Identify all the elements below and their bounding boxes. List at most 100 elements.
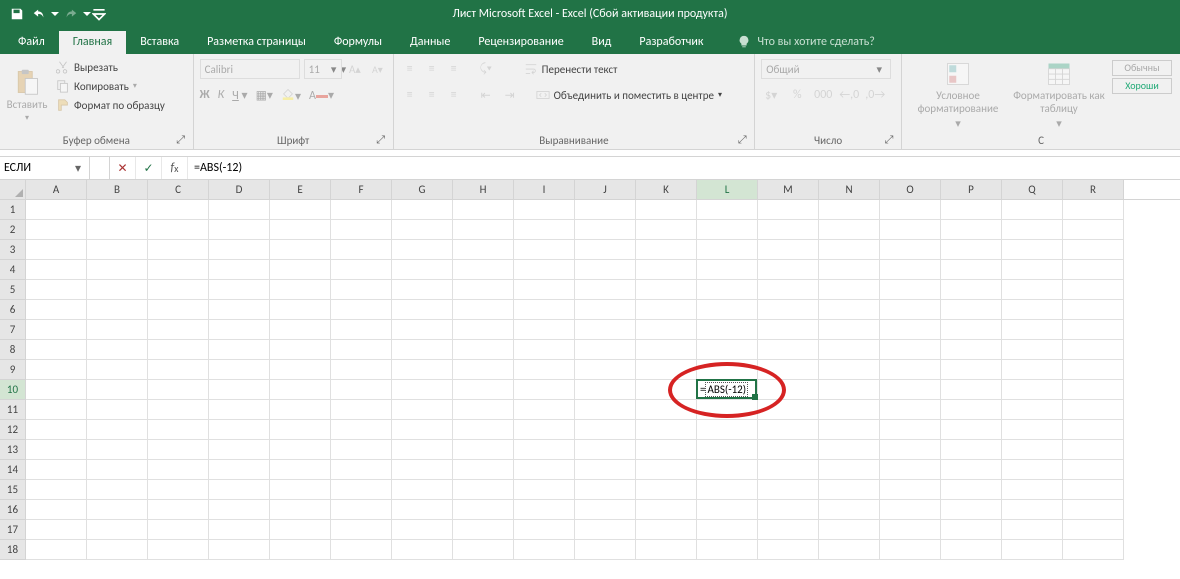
cell-K11[interactable] xyxy=(636,400,697,420)
redo-dropdown[interactable] xyxy=(82,3,92,25)
cell-I15[interactable] xyxy=(514,480,575,500)
row-header-16[interactable]: 16 xyxy=(0,500,26,520)
cell-B15[interactable] xyxy=(87,480,148,500)
column-header-L[interactable]: L xyxy=(697,180,758,199)
cell-L9[interactable] xyxy=(697,360,758,380)
column-header-R[interactable]: R xyxy=(1063,180,1124,199)
cell-A3[interactable] xyxy=(26,240,87,260)
cell-N7[interactable] xyxy=(819,320,880,340)
insert-function-button[interactable]: fx xyxy=(162,157,188,179)
clipboard-launcher[interactable]: ⤢ xyxy=(175,133,187,145)
cell-B6[interactable] xyxy=(87,300,148,320)
cell-B4[interactable] xyxy=(87,260,148,280)
cell-K8[interactable] xyxy=(636,340,697,360)
cell-H13[interactable] xyxy=(453,440,514,460)
cell-C2[interactable] xyxy=(148,220,209,240)
cell-F2[interactable] xyxy=(331,220,392,240)
row-header-7[interactable]: 7 xyxy=(0,320,26,340)
cell-N12[interactable] xyxy=(819,420,880,440)
cell-C7[interactable] xyxy=(148,320,209,340)
cell-A13[interactable] xyxy=(26,440,87,460)
cell-D1[interactable] xyxy=(209,200,270,220)
cell-M10[interactable] xyxy=(758,380,819,400)
qat-customize[interactable] xyxy=(92,3,106,25)
cell-R17[interactable] xyxy=(1063,520,1124,540)
cell-L11[interactable] xyxy=(697,400,758,420)
cell-H16[interactable] xyxy=(453,500,514,520)
cell-Q13[interactable] xyxy=(1002,440,1063,460)
cell-N6[interactable] xyxy=(819,300,880,320)
cell-I18[interactable] xyxy=(514,540,575,560)
cell-G7[interactable] xyxy=(392,320,453,340)
cell-L7[interactable] xyxy=(697,320,758,340)
cell-H4[interactable] xyxy=(453,260,514,280)
cell-D8[interactable] xyxy=(209,340,270,360)
cell-O17[interactable] xyxy=(880,520,941,540)
cell-O16[interactable] xyxy=(880,500,941,520)
cell-F18[interactable] xyxy=(331,540,392,560)
cell-J8[interactable] xyxy=(575,340,636,360)
cell-B14[interactable] xyxy=(87,460,148,480)
column-header-N[interactable]: N xyxy=(819,180,880,199)
cell-F6[interactable] xyxy=(331,300,392,320)
cell-D7[interactable] xyxy=(209,320,270,340)
cell-P4[interactable] xyxy=(941,260,1002,280)
cell-B3[interactable] xyxy=(87,240,148,260)
active-cell-L10[interactable]: =ABS(-12) xyxy=(696,379,757,399)
cell-C16[interactable] xyxy=(148,500,209,520)
cell-C5[interactable] xyxy=(148,280,209,300)
cell-E2[interactable] xyxy=(270,220,331,240)
cell-E11[interactable] xyxy=(270,400,331,420)
column-header-H[interactable]: H xyxy=(453,180,514,199)
row-header-2[interactable]: 2 xyxy=(0,220,26,240)
row-header-13[interactable]: 13 xyxy=(0,440,26,460)
cell-K5[interactable] xyxy=(636,280,697,300)
cell-Q10[interactable] xyxy=(1002,380,1063,400)
tab-home[interactable]: Главная xyxy=(59,31,126,54)
cell-K14[interactable] xyxy=(636,460,697,480)
cell-N1[interactable] xyxy=(819,200,880,220)
cell-E5[interactable] xyxy=(270,280,331,300)
cell-G4[interactable] xyxy=(392,260,453,280)
cell-C14[interactable] xyxy=(148,460,209,480)
cell-A17[interactable] xyxy=(26,520,87,540)
cell-Q18[interactable] xyxy=(1002,540,1063,560)
cell-I3[interactable] xyxy=(514,240,575,260)
cell-A12[interactable] xyxy=(26,420,87,440)
cell-P2[interactable] xyxy=(941,220,1002,240)
name-box-dropdown[interactable]: ▾ xyxy=(70,161,86,176)
cell-R11[interactable] xyxy=(1063,400,1124,420)
cell-G13[interactable] xyxy=(392,440,453,460)
cell-G1[interactable] xyxy=(392,200,453,220)
fill-handle[interactable] xyxy=(752,394,758,400)
cell-H15[interactable] xyxy=(453,480,514,500)
cell-R7[interactable] xyxy=(1063,320,1124,340)
cell-J11[interactable] xyxy=(575,400,636,420)
cell-D11[interactable] xyxy=(209,400,270,420)
cell-L14[interactable] xyxy=(697,460,758,480)
cell-J6[interactable] xyxy=(575,300,636,320)
cell-E16[interactable] xyxy=(270,500,331,520)
cell-G6[interactable] xyxy=(392,300,453,320)
cell-O3[interactable] xyxy=(880,240,941,260)
cell-N16[interactable] xyxy=(819,500,880,520)
cell-E1[interactable] xyxy=(270,200,331,220)
cell-M5[interactable] xyxy=(758,280,819,300)
cell-F1[interactable] xyxy=(331,200,392,220)
cell-M16[interactable] xyxy=(758,500,819,520)
cell-R18[interactable] xyxy=(1063,540,1124,560)
cell-J16[interactable] xyxy=(575,500,636,520)
cell-I9[interactable] xyxy=(514,360,575,380)
cell-M13[interactable] xyxy=(758,440,819,460)
cell-Q11[interactable] xyxy=(1002,400,1063,420)
cell-N3[interactable] xyxy=(819,240,880,260)
column-header-J[interactable]: J xyxy=(575,180,636,199)
cell-G15[interactable] xyxy=(392,480,453,500)
cell-O13[interactable] xyxy=(880,440,941,460)
cell-K10[interactable] xyxy=(636,380,697,400)
tab-file[interactable]: Файл xyxy=(4,31,59,54)
cell-R14[interactable] xyxy=(1063,460,1124,480)
cell-B9[interactable] xyxy=(87,360,148,380)
cell-C17[interactable] xyxy=(148,520,209,540)
cell-P6[interactable] xyxy=(941,300,1002,320)
